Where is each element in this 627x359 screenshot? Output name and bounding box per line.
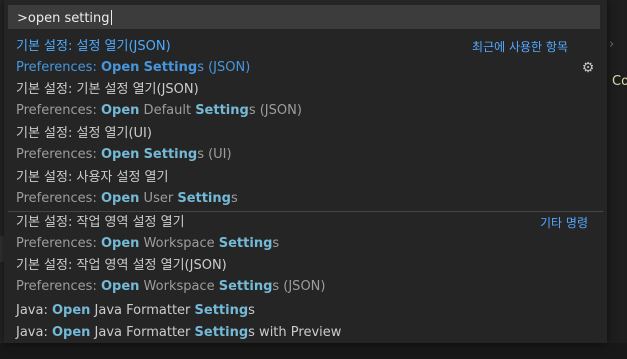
text-segment: Preferences: bbox=[16, 279, 101, 294]
match-highlight: Open bbox=[100, 103, 140, 118]
match-highlight: Setting bbox=[143, 147, 198, 162]
command-palette: >open setting 기본 설정: 설정 열기(JSON) Preferen… bbox=[4, 0, 607, 343]
result-item[interactable]: 기본 설정: 작업 영역 설정 열기 Preferences: Open Work… bbox=[16, 214, 596, 253]
result-item[interactable]: 기본 설정: 설정 열기(JSON) Preferences: Open Sett… bbox=[16, 38, 596, 77]
editor-code-text: Co bbox=[612, 74, 627, 89]
result-label: 기본 설정: 사용자 설정 열기 bbox=[16, 170, 169, 185]
result-label: 기본 설정: 기본 설정 열기(JSON) bbox=[16, 82, 199, 97]
text-segment: s (JSON) bbox=[272, 279, 326, 294]
gear-icon[interactable]: ⚙ bbox=[580, 60, 596, 76]
editor-background bbox=[607, 0, 627, 359]
text-segment: s (JSON) bbox=[197, 60, 251, 75]
text-segment: Preferences: bbox=[16, 191, 101, 206]
result-detail: Preferences: Open Workspace Settings bbox=[16, 235, 596, 253]
result-item[interactable]: 기본 설정: 설정 열기(UI) Preferences: Open Settin… bbox=[16, 125, 596, 164]
match-highlight: Setting bbox=[194, 325, 249, 340]
text-segment: Preferences: bbox=[16, 236, 101, 251]
match-highlight: Setting bbox=[195, 103, 249, 118]
match-highlight: Open bbox=[51, 325, 91, 340]
text-segment: s with Preview bbox=[248, 325, 342, 340]
result-label: 기본 설정: 설정 열기(UI) bbox=[16, 126, 152, 141]
text-segment: s (UI) bbox=[197, 147, 232, 162]
match-highlight: Open bbox=[100, 279, 140, 294]
result-label: Java: Open Java Formatter Settings bbox=[16, 302, 596, 320]
text-segment: s bbox=[230, 191, 238, 206]
text-caret bbox=[110, 10, 112, 25]
text-segment: Preferences: bbox=[16, 103, 101, 118]
text-segment: Preferences: bbox=[16, 147, 101, 162]
result-group-tag: 기타 명령 bbox=[540, 216, 588, 230]
match-highlight: Open bbox=[100, 191, 140, 206]
match-highlight: Open bbox=[100, 60, 140, 75]
match-highlight: Open bbox=[51, 303, 91, 318]
result-item[interactable]: 기본 설정: 작업 영역 설정 열기(JSON) Preferences: Ope… bbox=[16, 257, 596, 296]
text-segment: Java Formatter bbox=[90, 325, 195, 340]
text-segment: s bbox=[248, 303, 255, 318]
result-detail: Preferences: Open Default Settings (JSON… bbox=[16, 102, 596, 120]
text-segment: Java: bbox=[16, 303, 52, 318]
match-highlight: Open bbox=[100, 236, 140, 251]
result-detail: Preferences: Open Workspace Settings (JS… bbox=[16, 278, 596, 296]
result-item[interactable]: Java: Open Java Formatter Settings with … bbox=[16, 324, 596, 342]
result-detail: Preferences: Open Settings (JSON) bbox=[16, 59, 596, 77]
chevron-right-icon: › bbox=[609, 37, 615, 52]
result-item[interactable]: 기본 설정: 사용자 설정 열기 Preferences: Open User S… bbox=[16, 169, 596, 208]
result-label: 기본 설정: 작업 영역 설정 열기(JSON) bbox=[16, 258, 227, 273]
text-segment: s bbox=[272, 236, 280, 251]
text-segment: Workspace bbox=[139, 236, 219, 251]
match-highlight: Setting bbox=[143, 60, 198, 75]
result-item[interactable]: Java: Open Java Formatter Settings bbox=[16, 302, 596, 320]
match-highlight: Setting bbox=[177, 191, 231, 206]
result-label: 기본 설정: 작업 영역 설정 열기 bbox=[16, 215, 185, 230]
text-segment: s (JSON) bbox=[248, 103, 302, 118]
match-highlight: Setting bbox=[218, 236, 273, 251]
text-segment: Java: bbox=[16, 325, 52, 340]
text-segment: User bbox=[139, 191, 178, 206]
result-detail: Preferences: Open Settings (UI) bbox=[16, 146, 596, 164]
match-highlight: Setting bbox=[194, 303, 249, 318]
command-input-text[interactable]: >open setting bbox=[17, 10, 112, 27]
match-highlight: Setting bbox=[218, 279, 273, 294]
command-input[interactable]: >open setting bbox=[8, 5, 600, 29]
result-group-tag: 최근에 사용한 항목 bbox=[472, 40, 568, 54]
text-segment: Preferences: bbox=[16, 60, 101, 75]
group-separator bbox=[8, 211, 603, 212]
result-item[interactable]: 기본 설정: 기본 설정 열기(JSON) Preferences: Open D… bbox=[16, 81, 596, 120]
match-highlight: Open bbox=[100, 147, 140, 162]
editor-bottom bbox=[0, 343, 627, 359]
result-label: Java: Open Java Formatter Settings with … bbox=[16, 324, 596, 342]
text-segment: Default bbox=[139, 103, 196, 118]
result-detail: Preferences: Open User Settings bbox=[16, 190, 596, 208]
text-segment: Java Formatter bbox=[90, 303, 195, 318]
text-segment: Workspace bbox=[139, 279, 219, 294]
